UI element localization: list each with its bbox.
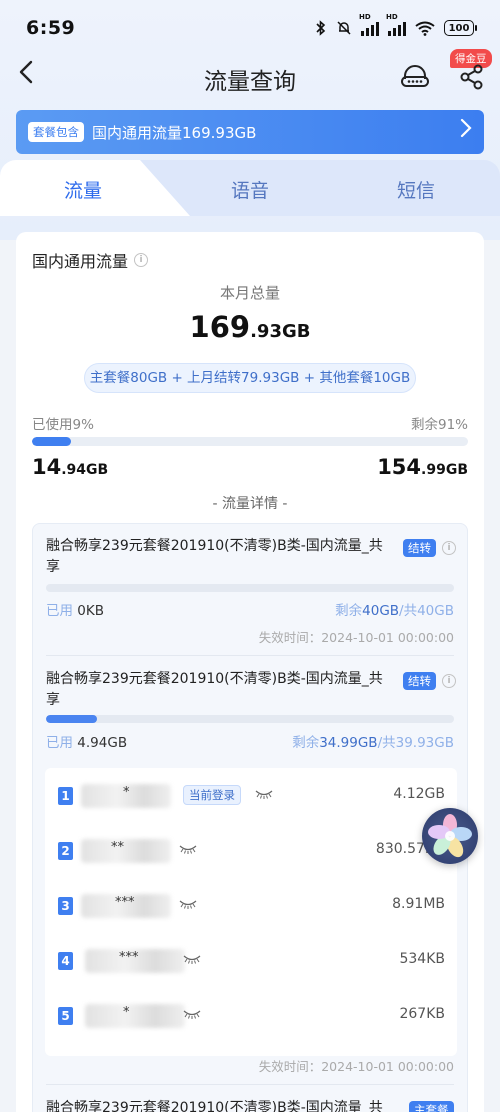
used-percent-label: 已使用9%	[32, 417, 94, 433]
used-value: 14.94GB	[32, 455, 108, 479]
user-usage: 4.12GB	[393, 786, 445, 802]
section-title: 国内通用流量 i	[32, 248, 149, 272]
info-icon[interactable]: i	[442, 541, 456, 555]
tab-data[interactable]: 流量	[64, 176, 102, 203]
tab-voice[interactable]: 语音	[231, 176, 269, 203]
shared-user-row[interactable]: 1 * 当前登录 4.12GB	[45, 776, 457, 816]
eye-closed-icon[interactable]	[183, 1008, 201, 1020]
package-name: 融合畅享239元套餐201910(不清零)B类-国内流量_共享	[46, 671, 383, 708]
chevron-right-icon	[460, 118, 472, 144]
status-bar: 6:59 HD HD 100	[0, 0, 500, 56]
data-summary-card: 国内通用流量 i 本月总量 169.93GB 主套餐80GB + 上月结转79.…	[16, 232, 484, 1112]
section-title-text: 国内通用流量	[32, 252, 129, 271]
detail-header: - 流量详情 -	[212, 496, 288, 512]
share-icon[interactable]	[460, 64, 484, 90]
package-remain: 剩余40GB/共40GB	[335, 603, 454, 619]
tab-sms[interactable]: 短信	[397, 176, 435, 203]
package-used: 已用 4.94GB	[46, 735, 128, 751]
current-login-tag: 当前登录	[183, 785, 241, 805]
floating-assistant-button[interactable]	[422, 808, 478, 864]
flower-logo-icon	[428, 814, 472, 858]
remain-value: 154.99GB	[377, 455, 468, 479]
main-package-tag: 主套餐	[409, 1101, 454, 1112]
customer-service-icon[interactable]	[400, 64, 430, 92]
remain-percent-label: 剩余91%	[410, 417, 468, 433]
shared-user-row[interactable]: 3 *** 8.91MB	[45, 886, 457, 926]
shared-user-row[interactable]: 5 * 267KB	[45, 996, 457, 1036]
blurred-phone-number	[85, 1004, 185, 1028]
divider	[46, 655, 454, 656]
package-used: 已用 0KB	[46, 603, 105, 619]
package-detail-list: 融合畅享239元套餐201910(不清零)B类-国内流量_共享 结转 i 已用 …	[32, 523, 468, 1112]
carryover-tag: 结转	[403, 672, 436, 690]
phone-mask: *	[123, 785, 130, 800]
phone-mask: ***	[119, 950, 139, 965]
package-name: 融合畅享239元套餐201910(不清零)B类-国内流量_共享	[46, 538, 383, 575]
package-progress-bar	[46, 715, 454, 723]
carryover-tag: 结转	[403, 539, 436, 557]
status-time: 6:59	[26, 17, 76, 39]
package-name: 融合畅享239元套餐201910(不清零)B类-国内流量_共	[46, 1100, 383, 1112]
bluetooth-icon	[316, 20, 326, 36]
total-value-int: 169	[189, 310, 251, 344]
wifi-icon	[415, 21, 435, 36]
battery-icon: 100	[444, 20, 477, 36]
status-icons: HD HD 100	[315, 13, 477, 36]
package-progress-bar	[46, 584, 454, 592]
package-progress-fill	[46, 715, 97, 723]
total-composition: 主套餐80GB + 上月结转79.93GB + 其他套餐10GB	[84, 363, 416, 393]
shared-user-list: 1 * 当前登录 4.12GB 2 ** 830.57M 3 *** 8.91M…	[45, 768, 457, 1056]
package-tag: 套餐包含	[28, 122, 84, 142]
phone-mask: *	[123, 1005, 130, 1020]
remain-value-dec: .99GB	[421, 462, 468, 478]
user-rank: 2	[58, 842, 73, 860]
usage-progress-bar	[32, 437, 468, 446]
user-rank: 3	[58, 897, 73, 915]
eye-closed-icon[interactable]	[179, 843, 197, 855]
user-rank: 1	[58, 787, 73, 805]
shared-user-row[interactable]: 2 ** 830.57M	[45, 831, 457, 871]
divider	[46, 1084, 454, 1085]
used-value-int: 14	[32, 455, 62, 479]
package-banner-text: 国内通用流量169.93GB	[92, 123, 257, 142]
eye-closed-icon[interactable]	[179, 898, 197, 910]
user-rank: 5	[58, 1007, 73, 1025]
total-label: 本月总量	[219, 284, 280, 302]
shared-user-row[interactable]: 4 *** 534KB	[45, 941, 457, 981]
package-expire-time: 失效时间：2024-10-01 00:00:00	[258, 630, 454, 645]
package-remain: 剩余34.99GB/共39.93GB	[292, 735, 454, 751]
package-banner[interactable]: 套餐包含 国内通用流量169.93GB	[16, 110, 484, 154]
package-expire-time: 失效时间：2024-10-01 00:00:00	[258, 1059, 454, 1074]
remain-value-int: 154	[377, 455, 422, 479]
phone-mask: **	[111, 840, 124, 855]
user-usage: 8.91MB	[392, 896, 445, 912]
user-rank: 4	[58, 952, 73, 970]
usage-progress-fill	[32, 437, 72, 446]
signal-icon-2: HD	[386, 13, 406, 36]
info-icon[interactable]: i	[442, 674, 456, 688]
info-icon[interactable]: i	[134, 253, 149, 267]
eye-closed-icon[interactable]	[255, 788, 273, 800]
user-usage: 267KB	[399, 1006, 445, 1022]
signal-icon-1: HD	[359, 13, 379, 36]
user-usage: 534KB	[399, 951, 445, 967]
phone-mask: ***	[115, 895, 135, 910]
total-value: 169.93GB	[16, 310, 484, 344]
total-value-dec: .93GB	[250, 321, 311, 342]
tab-bar: 流量 语音 短信	[0, 160, 500, 216]
used-value-dec: .94GB	[61, 462, 109, 478]
blurred-phone-number	[81, 839, 171, 863]
mute-bell-icon	[337, 21, 351, 35]
nav-bar: 流量查询 得金豆	[0, 49, 500, 102]
eye-closed-icon[interactable]	[183, 953, 201, 965]
